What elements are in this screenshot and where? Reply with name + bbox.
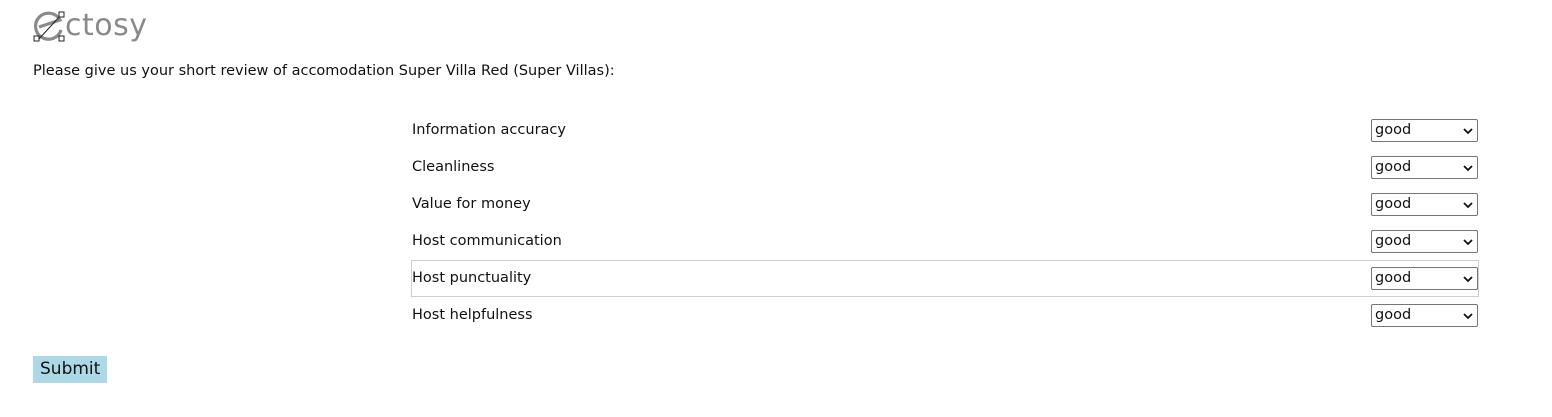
rating-select-information-accuracy[interactable]: good bbox=[1371, 119, 1478, 142]
rating-select-value: good bbox=[1375, 307, 1412, 323]
rating-row-host-punctuality: Host punctuality good bbox=[411, 260, 1479, 297]
rating-row-information-accuracy: Information accuracy good bbox=[411, 112, 1479, 149]
rating-row-host-communication: Host communication good bbox=[411, 223, 1479, 260]
rating-select-host-communication[interactable]: good bbox=[1371, 230, 1478, 253]
chevron-down-icon bbox=[1463, 202, 1473, 209]
rating-label: Host helpfulness bbox=[412, 307, 533, 323]
rating-select-value: good bbox=[1375, 196, 1412, 212]
rating-label: Cleanliness bbox=[412, 159, 495, 175]
chevron-down-icon bbox=[1463, 276, 1473, 283]
rating-select-host-helpfulness[interactable]: good bbox=[1371, 304, 1478, 327]
submit-button[interactable]: Submit bbox=[33, 356, 108, 383]
rating-label: Value for money bbox=[412, 196, 531, 212]
rating-row-cleanliness: Cleanliness good bbox=[411, 149, 1479, 186]
rating-label: Host communication bbox=[412, 233, 562, 249]
chevron-down-icon bbox=[1463, 313, 1473, 320]
review-intro-text: Please give us your short review of acco… bbox=[33, 63, 615, 79]
rating-select-value: good bbox=[1375, 159, 1412, 175]
chevron-down-icon bbox=[1463, 165, 1473, 172]
rating-row-host-helpfulness: Host helpfulness good bbox=[411, 297, 1479, 334]
rating-select-cleanliness[interactable]: good bbox=[1371, 156, 1478, 179]
rating-select-host-punctuality[interactable]: good bbox=[1371, 267, 1478, 290]
rating-select-value-for-money[interactable]: good bbox=[1371, 193, 1478, 216]
rating-select-value: good bbox=[1375, 270, 1412, 286]
rating-select-value: good bbox=[1375, 122, 1412, 138]
ectosy-logo-e-icon bbox=[33, 11, 65, 42]
rating-row-value-for-money: Value for money good bbox=[411, 186, 1479, 223]
logo-text: ctosy bbox=[65, 8, 148, 43]
chevron-down-icon bbox=[1463, 128, 1473, 135]
rating-label: Host punctuality bbox=[412, 270, 532, 286]
review-table: Information accuracy good Cleanliness go… bbox=[411, 112, 1479, 334]
rating-label: Information accuracy bbox=[412, 122, 566, 138]
brand-logo: ctosy bbox=[33, 6, 153, 44]
rating-select-value: good bbox=[1375, 233, 1412, 249]
chevron-down-icon bbox=[1463, 239, 1473, 246]
